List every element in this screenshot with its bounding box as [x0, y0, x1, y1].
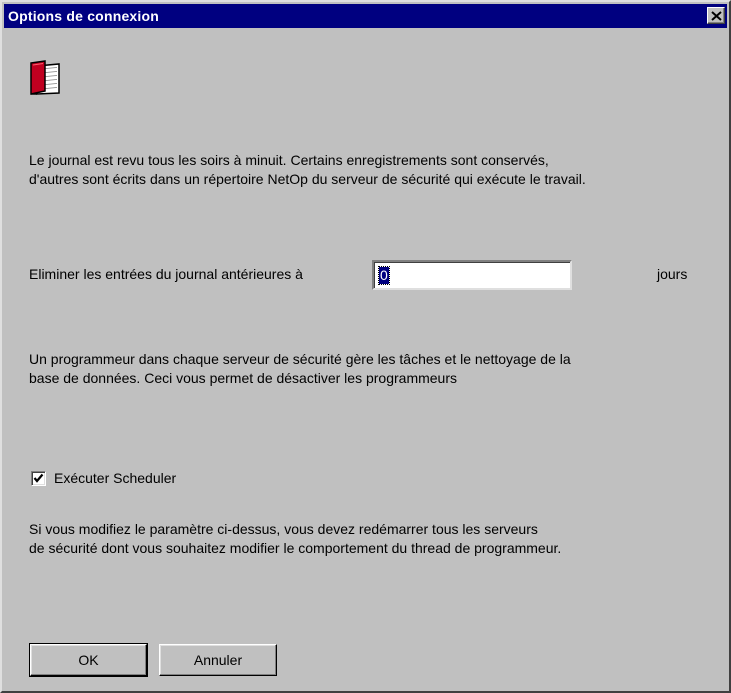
window-title: Options de connexion	[8, 8, 160, 24]
title-bar[interactable]: Options de connexion	[4, 4, 727, 28]
intro-text-line1: Le journal est revu tous les soirs à min…	[29, 152, 549, 168]
close-icon	[711, 11, 722, 21]
run-scheduler-label[interactable]: Exécuter Scheduler	[54, 469, 176, 488]
note-text-line2: de sécurité dont vous souhaitez modifier…	[29, 540, 562, 556]
scheduler-text-line2: base de données. Ceci vous permet de dés…	[29, 370, 457, 386]
cancel-button[interactable]: Annuler	[159, 644, 277, 676]
ok-button[interactable]: OK	[29, 643, 148, 677]
book-icon	[30, 60, 60, 95]
checkmark-icon	[33, 473, 44, 483]
purge-label: Eliminer les entrées du journal antérieu…	[29, 266, 303, 282]
purge-days-value: 0	[378, 266, 390, 285]
run-scheduler-checkbox[interactable]	[31, 471, 46, 486]
purge-unit-label: jours	[657, 266, 688, 282]
scheduler-text-line1: Un programmeur dans chaque serveur de sé…	[29, 351, 571, 367]
close-button[interactable]	[707, 7, 725, 24]
purge-days-input[interactable]: 0	[372, 260, 572, 290]
intro-text-line2: d'autres sont écrits dans un répertoire …	[29, 171, 586, 187]
note-text-line1: Si vous modifiez le paramètre ci-dessus,…	[29, 521, 538, 537]
connection-options-dialog: Options de connexion Le journal est revu…	[0, 0, 731, 693]
